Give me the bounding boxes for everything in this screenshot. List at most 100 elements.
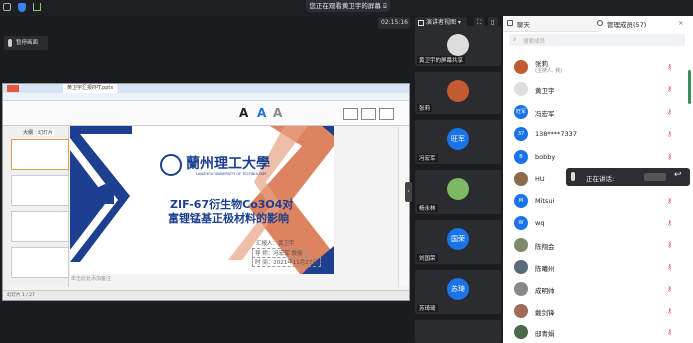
member-row[interactable]: 37 138****7337 ⚷ xyxy=(511,124,689,145)
right-tool-strip[interactable] xyxy=(398,127,409,287)
slide-thumb-4[interactable] xyxy=(11,247,69,278)
menu-bar[interactable] xyxy=(3,93,409,101)
member-row[interactable]: 陈翔会 ⚷ xyxy=(511,235,689,256)
chat-icon xyxy=(507,20,513,26)
app-logo-icon xyxy=(7,85,19,92)
date-line: 时 间：2021年11月27日 xyxy=(252,257,321,267)
avatar: 旺军 xyxy=(514,105,528,119)
tab-members[interactable]: 管理成员(57) xyxy=(607,19,646,29)
avatar xyxy=(447,34,469,56)
member-name: 冯宏军 xyxy=(535,110,555,118)
slide-thumb-2[interactable] xyxy=(11,175,69,206)
member-row[interactable]: 戴剑锋 ⚷ xyxy=(511,301,689,322)
slide-thumb-3[interactable] xyxy=(11,211,69,242)
video-tile-4[interactable]: 杨永林 xyxy=(415,170,501,214)
member-row[interactable]: 旺军 冯宏军 ⚷ xyxy=(511,102,689,123)
member-name: 陈翔会 xyxy=(535,243,555,251)
shield-icon[interactable] xyxy=(18,3,26,12)
avatar: 国荣 xyxy=(447,228,469,250)
slide-sidebar: 大纲 幻灯片 xyxy=(3,127,69,287)
avatar: B xyxy=(514,150,528,164)
member-name: 戴剑锋 xyxy=(535,309,555,317)
video-tile-2[interactable]: 张莉 xyxy=(415,72,501,114)
close-icon[interactable]: × xyxy=(678,19,683,27)
font-a-gray-icon[interactable]: A xyxy=(273,106,282,120)
slide-canvas: 蘭州理工大學 LANZHOU UNIVERSITY OF TECHNOLOGY … xyxy=(70,126,334,274)
avatar xyxy=(514,238,528,252)
video-tile-3[interactable]: 旺军 冯宏军 xyxy=(415,120,501,164)
outline-tab[interactable]: 大纲 xyxy=(23,129,33,136)
slides-tab[interactable]: 幻灯片 xyxy=(37,129,55,136)
search-input[interactable]: 搜索成员 xyxy=(523,37,545,45)
back-arrow-icon[interactable]: ↩ xyxy=(674,170,682,180)
avatar xyxy=(514,172,528,186)
video-tile-6[interactable]: 苏琦 苏琦琦 xyxy=(415,270,501,314)
university-seal-icon xyxy=(160,154,182,176)
meeting-timer: 02:15:16 xyxy=(378,17,410,29)
avatar xyxy=(514,60,528,74)
layout-icon: ▯ xyxy=(491,19,495,26)
university-name-en: LANZHOU UNIVERSITY OF TECHNOLOGY xyxy=(196,172,267,176)
member-row[interactable]: 邸青娟 ⚷ xyxy=(511,322,689,343)
mic-muted-icon: ⚷ xyxy=(667,197,673,205)
member-row[interactable]: 成明帅 ⚷ xyxy=(511,279,689,300)
member-row[interactable]: 张莉 (主持人, 我) ⚷ xyxy=(511,57,689,78)
microphone-icon xyxy=(571,172,575,181)
tile-name: 杨永林 xyxy=(417,204,438,212)
member-row[interactable]: M Mitsui ⚷ xyxy=(511,191,689,212)
stop-screen-button[interactable]: 暂停画面 xyxy=(4,36,48,50)
member-name: 陈曦州 xyxy=(535,265,555,273)
style-box-3[interactable] xyxy=(379,108,394,120)
font-a-blue-icon[interactable]: A xyxy=(257,106,266,120)
avatar: W xyxy=(514,216,528,230)
avatar xyxy=(514,304,528,318)
slide-thumb-1[interactable] xyxy=(11,139,69,170)
member-row[interactable]: Bbobby ⚷ xyxy=(511,147,689,168)
font-a-icon[interactable]: A xyxy=(239,106,248,120)
avatar xyxy=(447,80,469,102)
member-name: 138****7337 xyxy=(535,130,577,138)
mic-muted-icon: ⚷ xyxy=(667,130,673,138)
info-icon[interactable] xyxy=(3,3,11,11)
graduation-cap-icon xyxy=(88,184,122,204)
avatar xyxy=(447,178,469,200)
avatar xyxy=(514,82,528,96)
avatar: 旺军 xyxy=(447,128,469,150)
tab-chat[interactable]: 聊天 xyxy=(517,19,530,29)
video-tile-7[interactable] xyxy=(415,320,501,343)
mic-muted-icon: ⚷ xyxy=(667,219,673,227)
video-tile-5[interactable]: 国荣 刘国荣 xyxy=(415,220,501,264)
search-box[interactable]: ⌕ 搜索成员 xyxy=(509,34,685,46)
member-row[interactable]: 陈曦州 ⚷ xyxy=(511,257,689,278)
university-name: 蘭州理工大學 xyxy=(186,156,270,172)
mic-muted-icon: ⚷ xyxy=(667,285,673,293)
collapse-handle[interactable]: › xyxy=(405,182,412,202)
style-box-2[interactable] xyxy=(361,108,376,120)
ppt-tab-bar: 黄卫宇汇报PPT.pptx xyxy=(3,84,409,93)
slide-title-line2: 富锂锰基正极材料的影响 xyxy=(168,212,289,225)
status-bar: 幻灯片 1 / 27 xyxy=(3,290,409,300)
avatar xyxy=(514,325,528,339)
notes-area[interactable]: 单击此处添加备注 xyxy=(71,275,333,283)
member-name: bobby xyxy=(535,153,556,161)
member-row[interactable]: 黄卫宇 ⚷ xyxy=(511,79,689,100)
mic-muted-icon: ⚷ xyxy=(667,153,673,161)
people-icon xyxy=(597,20,603,26)
tile-name: 冯宏军 xyxy=(417,154,438,162)
member-name: Mitsui xyxy=(535,197,555,205)
video-tile-1[interactable]: 黄卫宇的屏幕共享 xyxy=(415,26,501,66)
avatar xyxy=(514,260,528,274)
member-name: wq xyxy=(535,219,545,227)
member-name: 黄卫宇 xyxy=(535,87,555,95)
sharing-banner: 您正在观看黄卫宇的屏幕 ⌸ xyxy=(306,0,390,12)
mic-muted-icon: ⚷ xyxy=(667,263,673,271)
ribbon-toolbar[interactable]: A A A xyxy=(3,101,409,126)
speaking-indicator: 正在讲话: ↩ xyxy=(566,168,690,186)
mic-muted-icon: ⚷ xyxy=(667,241,673,249)
mic-muted-icon: ⚷ xyxy=(667,108,673,116)
style-box-1[interactable] xyxy=(343,108,358,120)
panel-tabs: 聊天 管理成员(57) × xyxy=(503,16,693,32)
file-tab[interactable]: 黄卫宇汇报PPT.pptx xyxy=(63,84,118,93)
mic-muted-icon: ⚷ xyxy=(667,307,673,315)
member-row[interactable]: Wwq ⚷ xyxy=(511,213,689,234)
